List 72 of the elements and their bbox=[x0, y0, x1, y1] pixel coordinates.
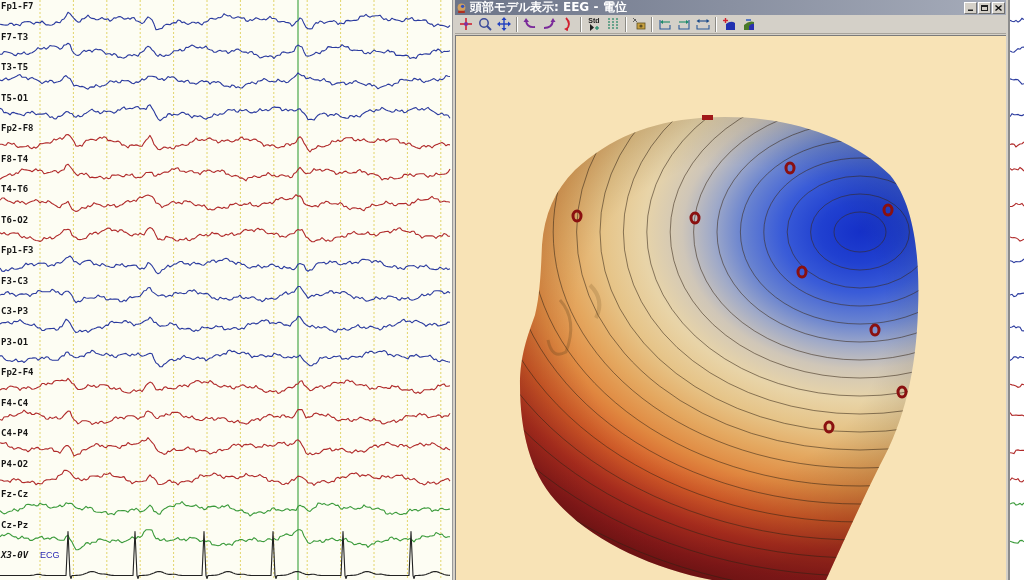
rotate-left-icon bbox=[523, 17, 537, 31]
electrode-marker bbox=[896, 385, 908, 399]
eeg-trace bbox=[1010, 502, 1024, 506]
channel-label: F8-T4 bbox=[1, 153, 29, 164]
eeg-trace bbox=[1010, 46, 1024, 53]
frame-left-arrow-icon bbox=[658, 17, 672, 31]
frame-double-arrow-icon bbox=[696, 17, 710, 31]
app-icon bbox=[457, 2, 466, 13]
eeg-trace bbox=[1010, 325, 1024, 332]
channel-label: Cz-Pz bbox=[1, 519, 29, 530]
eeg-trace bbox=[1010, 258, 1024, 264]
eeg-trace bbox=[1010, 78, 1024, 85]
eeg-trace bbox=[1010, 202, 1024, 208]
maximize-icon bbox=[981, 4, 988, 11]
channel-label: F4-C4 bbox=[1, 397, 29, 408]
eeg-trace bbox=[1010, 383, 1024, 388]
dot-grid-icon bbox=[606, 17, 620, 31]
window-title: 頭部モデル表示: EEG - 電位 bbox=[470, 0, 627, 15]
eeg-trace bbox=[1010, 539, 1024, 544]
channel-label: P3-O1 bbox=[1, 336, 29, 347]
channel-label: Fp2-F8 bbox=[1, 123, 34, 133]
channel-label: Fp1-F7 bbox=[1, 1, 34, 11]
channel-label: T3-T5 bbox=[1, 62, 29, 72]
channel-type-label: ECG bbox=[40, 550, 60, 560]
rotate-right-icon bbox=[542, 17, 556, 31]
zoom-icon bbox=[478, 17, 492, 31]
electrode-marker bbox=[571, 209, 583, 223]
eeg-trace bbox=[1010, 476, 1024, 482]
electrode-marker bbox=[784, 161, 796, 175]
electrode-marker bbox=[702, 115, 713, 120]
eeg-trace bbox=[1010, 235, 1024, 242]
channel-label: F7-T3 bbox=[1, 31, 29, 42]
channel-label: T5-O1 bbox=[1, 92, 29, 103]
eeg-trace bbox=[1010, 112, 1024, 117]
minimize-button[interactable] bbox=[964, 1, 977, 14]
crosshair-icon bbox=[459, 17, 473, 31]
eeg-trace bbox=[1010, 449, 1024, 455]
channel-label: Fp2-F4 bbox=[1, 367, 34, 377]
channel-label: X3-0V bbox=[1, 550, 29, 560]
toolbar-button[interactable] bbox=[495, 15, 513, 33]
maximize-button[interactable] bbox=[978, 1, 991, 14]
shape-plus-icon bbox=[722, 17, 736, 31]
channel-label: Fz-Cz bbox=[1, 489, 29, 499]
toolbar-button[interactable] bbox=[476, 15, 494, 33]
channel-label: P4-O2 bbox=[1, 458, 29, 469]
eeg-trace bbox=[1010, 411, 1024, 416]
close-button[interactable] bbox=[992, 1, 1005, 14]
frame-right-arrow-icon bbox=[677, 17, 691, 31]
move-icon bbox=[497, 17, 511, 31]
eeg-trace bbox=[1010, 166, 1024, 172]
shape-minus-icon bbox=[741, 17, 755, 31]
channel-label: F3-C3 bbox=[1, 275, 29, 286]
channel-label: C3-P3 bbox=[1, 306, 29, 316]
toolbar-button[interactable] bbox=[720, 15, 738, 33]
channel-label: C4-P4 bbox=[1, 428, 29, 438]
eeg-trace bbox=[1010, 355, 1024, 361]
electrode-marker bbox=[796, 265, 808, 279]
electrode-marker bbox=[869, 323, 881, 337]
toolbar-button[interactable] bbox=[630, 15, 648, 33]
electrode-marker bbox=[882, 203, 894, 217]
eeg-trace bbox=[1010, 141, 1024, 148]
channel-label: Fp1-F3 bbox=[1, 245, 34, 255]
camera-icon bbox=[632, 17, 646, 31]
electrode-marker bbox=[823, 420, 835, 434]
channel-label: T6-O2 bbox=[1, 214, 29, 225]
eeg-trace bbox=[1010, 17, 1024, 23]
toolbar-button[interactable] bbox=[457, 15, 475, 33]
close-icon bbox=[995, 4, 1002, 11]
electrode-marker bbox=[689, 211, 701, 225]
eeg-trace bbox=[1010, 292, 1024, 297]
channel-label: T4-T6 bbox=[1, 184, 29, 194]
play-icon bbox=[589, 24, 599, 31]
